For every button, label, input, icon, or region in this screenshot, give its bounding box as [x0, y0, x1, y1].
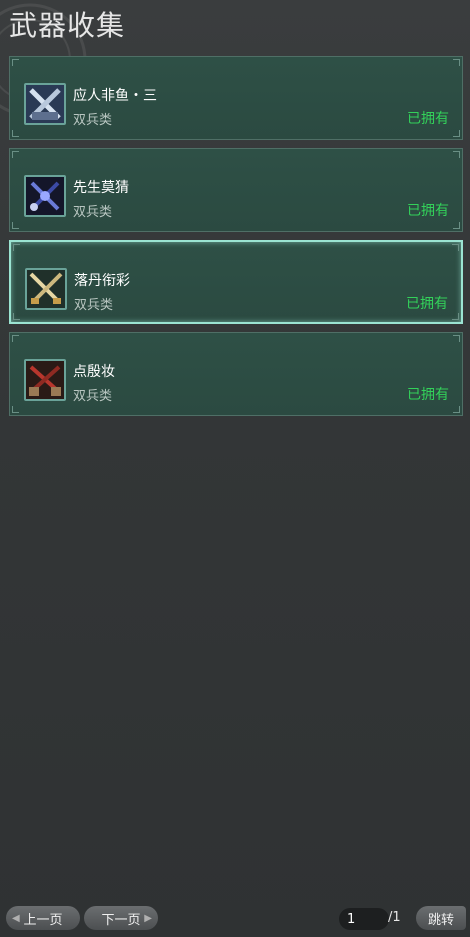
- next-page-button[interactable]: 下一页 ▶: [84, 906, 158, 930]
- crossed-blades-red-icon: [24, 359, 66, 401]
- owned-status: 已拥有: [407, 203, 449, 219]
- page-number-input[interactable]: [339, 908, 389, 930]
- page-total: /1: [388, 910, 401, 925]
- crossed-blades-silver-icon: [24, 83, 66, 125]
- crossed-blades-dark-blue-icon: [24, 175, 66, 217]
- weapon-list-item[interactable]: 应人非鱼・三 双兵类 已拥有: [9, 56, 463, 140]
- crossed-blades-gold-icon: [25, 268, 67, 310]
- weapon-name: 落丹衔彩: [74, 273, 130, 289]
- prev-page-label: 上一页: [23, 912, 63, 928]
- corner-decoration: [452, 244, 459, 251]
- weapon-category: 双兵类: [73, 389, 113, 404]
- weapon-category: 双兵类: [74, 298, 114, 313]
- weapon-category: 双兵类: [73, 113, 113, 128]
- corner-decoration: [12, 335, 19, 342]
- corner-decoration: [12, 222, 19, 229]
- owned-status: 已拥有: [406, 296, 448, 312]
- weapon-category: 双兵类: [73, 205, 113, 220]
- owned-status: 已拥有: [407, 111, 449, 127]
- chevron-left-icon: ◀: [12, 912, 20, 924]
- corner-decoration: [453, 130, 460, 137]
- corner-decoration: [13, 313, 20, 320]
- prev-page-button[interactable]: ◀ 上一页: [6, 906, 80, 930]
- weapon-list: 应人非鱼・三 双兵类 已拥有 先生莫猜 双兵类 已拥有 落丹衔彩 双兵类 已拥有…: [9, 56, 463, 424]
- corner-decoration: [453, 406, 460, 413]
- weapon-list-item[interactable]: 落丹衔彩 双兵类 已拥有: [9, 240, 463, 324]
- panel-title: 武器收集: [9, 9, 126, 42]
- weapon-name: 点殷妆: [73, 364, 115, 380]
- owned-status: 已拥有: [407, 387, 449, 403]
- chevron-right-icon: ▶: [144, 912, 152, 924]
- next-page-label: 下一页: [101, 912, 141, 928]
- weapon-name: 应人非鱼・三: [73, 88, 157, 104]
- jump-button[interactable]: 跳转: [416, 906, 466, 930]
- corner-decoration: [13, 244, 20, 251]
- corner-decoration: [452, 313, 459, 320]
- corner-decoration: [12, 406, 19, 413]
- weapon-list-item[interactable]: 先生莫猜 双兵类 已拥有: [9, 148, 463, 232]
- corner-decoration: [12, 130, 19, 137]
- weapon-list-item[interactable]: 点殷妆 双兵类 已拥有: [9, 332, 463, 416]
- corner-decoration: [12, 151, 19, 158]
- corner-decoration: [453, 335, 460, 342]
- corner-decoration: [453, 222, 460, 229]
- corner-decoration: [453, 151, 460, 158]
- corner-decoration: [453, 59, 460, 66]
- corner-decoration: [12, 59, 19, 66]
- weapon-name: 先生莫猜: [73, 180, 129, 196]
